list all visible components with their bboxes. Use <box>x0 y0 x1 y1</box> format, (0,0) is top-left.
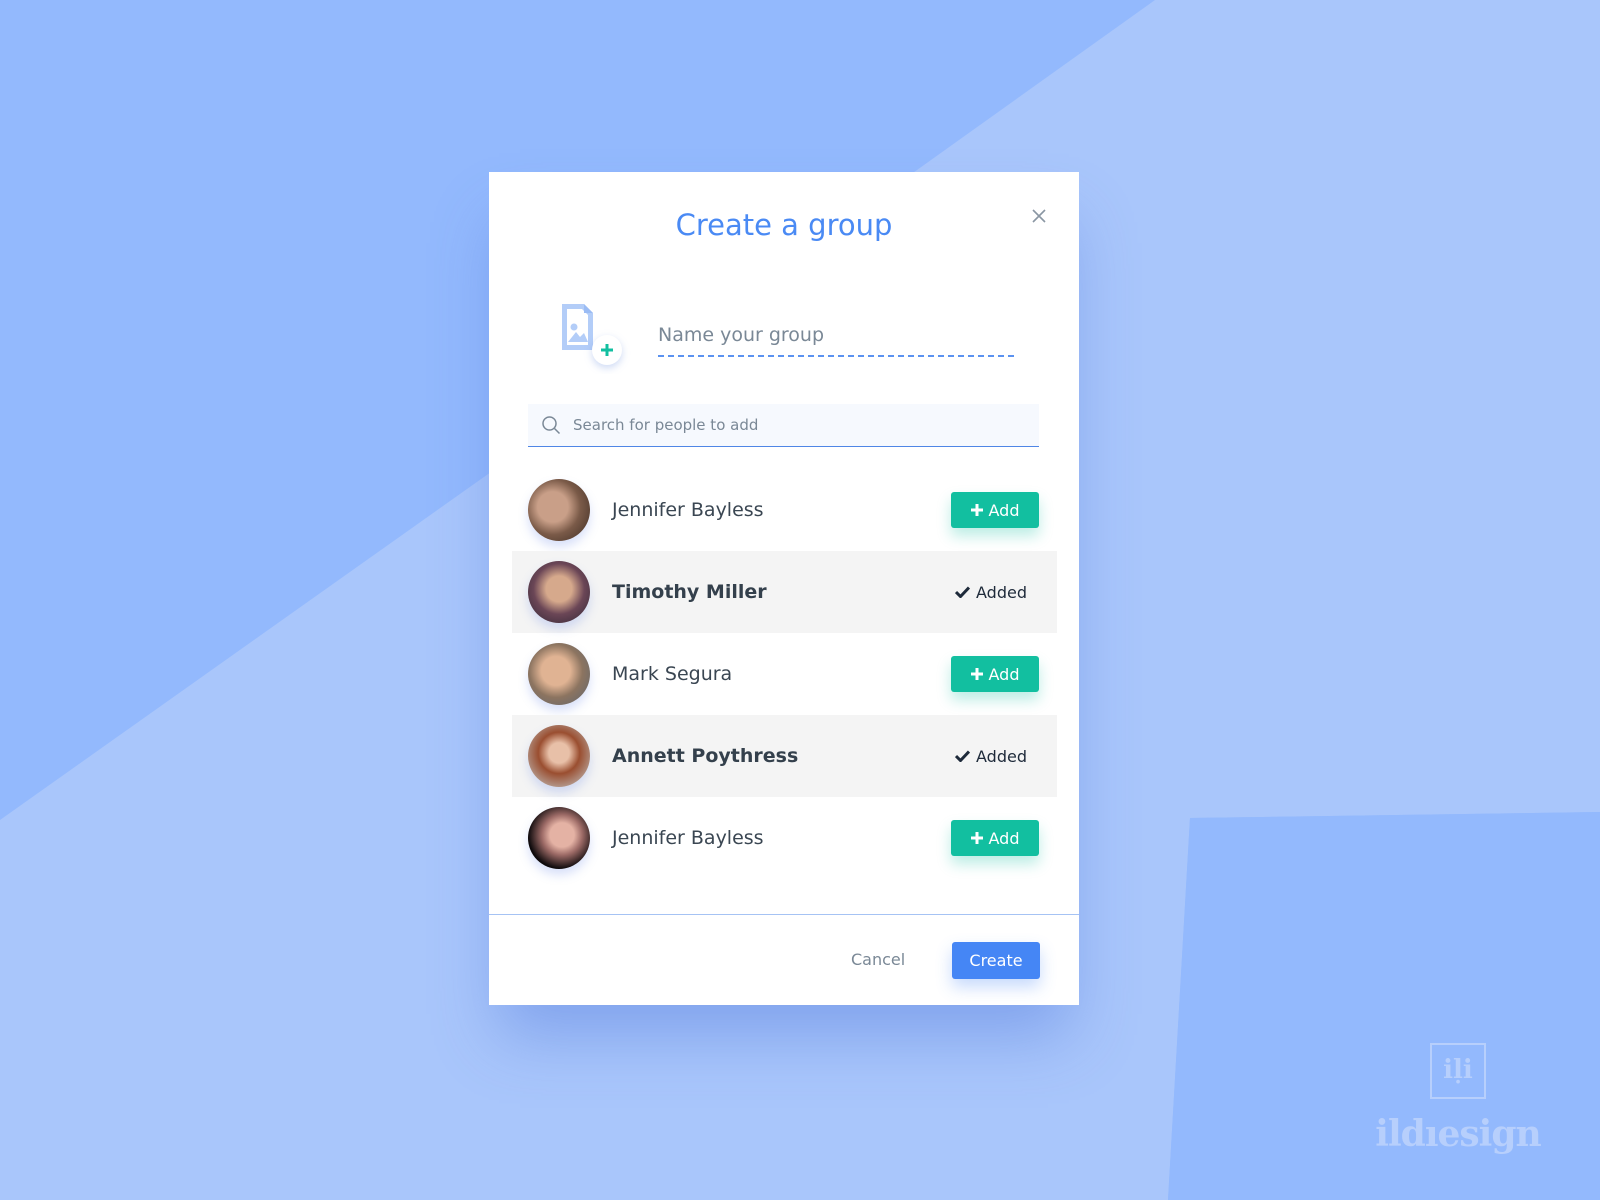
avatar <box>528 561 590 623</box>
person-name: Mark Segura <box>612 663 733 685</box>
avatar <box>528 479 590 541</box>
search-icon <box>542 416 561 435</box>
added-status: Added <box>955 583 1027 602</box>
add-button[interactable]: Add <box>951 820 1039 856</box>
plus-icon <box>970 832 983 844</box>
create-button[interactable]: Create <box>952 942 1040 979</box>
create-group-modal: Create a group Jennifer Bayless <box>489 172 1079 1005</box>
people-list: Jennifer Bayless Add Timothy Miller Adde… <box>512 469 1057 879</box>
person-name: Jennifer Bayless <box>612 499 764 521</box>
add-button-label: Add <box>988 500 1020 520</box>
close-button[interactable] <box>1029 206 1049 226</box>
added-label: Added <box>976 582 1027 602</box>
people-search[interactable] <box>528 404 1039 447</box>
person-name: Timothy Miller <box>612 581 767 603</box>
group-image-upload[interactable] <box>559 302 629 372</box>
close-icon <box>1032 209 1046 223</box>
checkmark-icon <box>955 750 971 762</box>
list-item: Annett Poythress Added <box>512 715 1057 797</box>
list-item: Mark Segura Add <box>512 633 1057 715</box>
plus-icon <box>970 504 983 516</box>
footer-divider <box>489 914 1079 915</box>
add-button[interactable]: Add <box>951 492 1039 528</box>
person-name: Jennifer Bayless <box>612 827 764 849</box>
search-input[interactable] <box>571 415 1015 435</box>
list-item: Timothy Miller Added <box>512 551 1057 633</box>
avatar <box>528 807 590 869</box>
modal-title: Create a group <box>675 208 893 242</box>
plus-icon <box>970 668 983 680</box>
add-button-label: Add <box>988 828 1020 848</box>
group-name-input[interactable] <box>658 315 1014 357</box>
watermark-text: ildıesign <box>1375 1113 1541 1155</box>
avatar <box>528 643 590 705</box>
added-label: Added <box>976 746 1027 766</box>
person-name: Annett Poythress <box>612 745 799 767</box>
add-button-label: Add <box>988 664 1020 684</box>
added-status: Added <box>955 747 1027 766</box>
cancel-button[interactable]: Cancel <box>851 942 905 978</box>
watermark-logo: iḷi <box>1430 1043 1486 1099</box>
watermark: iḷi ildıesign <box>1368 1043 1548 1155</box>
list-item: Jennifer Bayless Add <box>512 469 1057 551</box>
add-image-icon <box>562 304 622 365</box>
list-item: Jennifer Bayless Add <box>512 797 1057 879</box>
add-button[interactable]: Add <box>951 656 1039 692</box>
checkmark-icon <box>955 586 971 598</box>
avatar <box>528 725 590 787</box>
